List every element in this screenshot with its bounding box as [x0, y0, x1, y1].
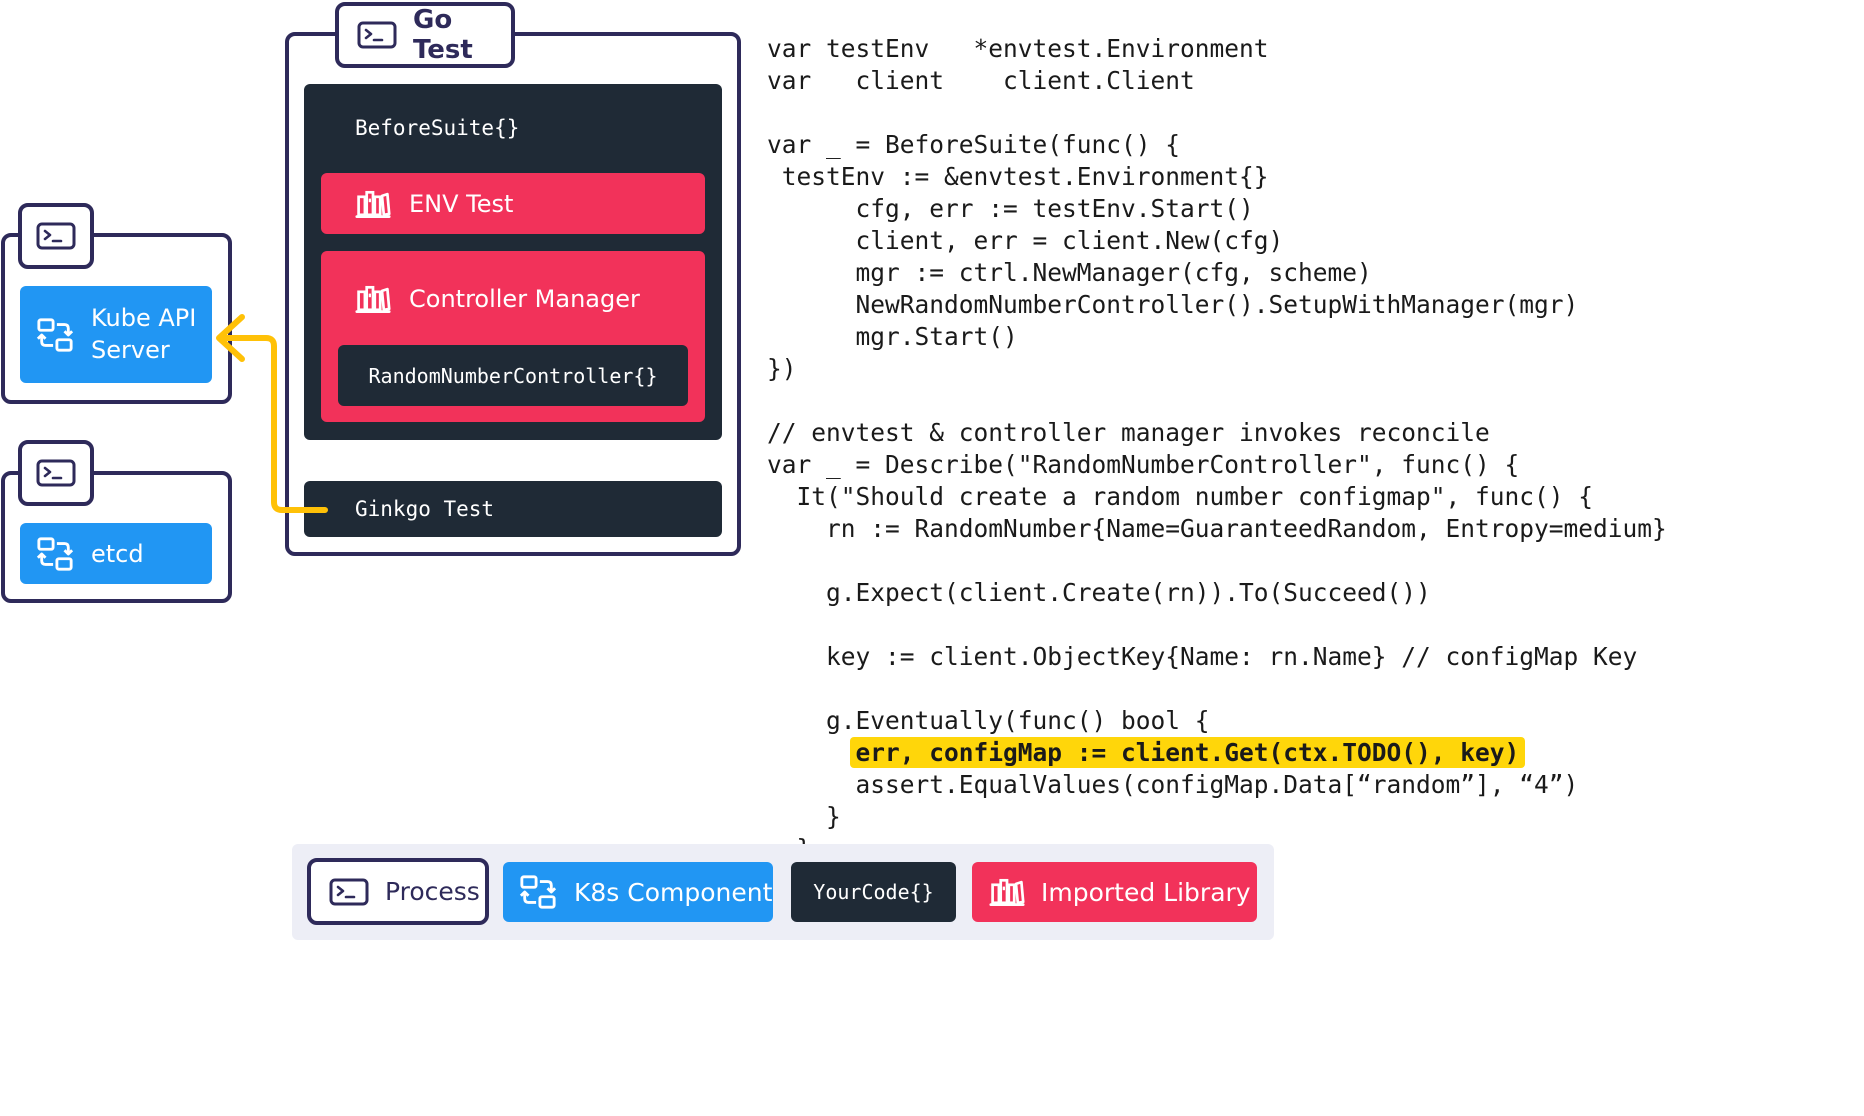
swap-arrows-icon — [519, 873, 557, 911]
code-line: NewRandomNumberController().SetupWithMan… — [767, 290, 1579, 319]
code-line: key := client.ObjectKey{Name: rn.Name} /… — [767, 642, 1638, 671]
code-line: var testEnv *envtest.Environment — [767, 34, 1269, 63]
books-icon — [989, 877, 1025, 907]
legend-k8s-component: K8s Component — [503, 862, 773, 922]
go-test-tab: Go Test — [335, 2, 515, 68]
legend-your-code-label: YourCode{} — [813, 880, 934, 904]
code-line: mgr := ctrl.NewManager(cfg, scheme) — [767, 258, 1372, 287]
controller-manager-header: Controller Manager — [355, 284, 640, 314]
code-line: } — [767, 802, 841, 831]
code-line: rn := RandomNumber{Name=GuaranteedRandom… — [767, 514, 1667, 543]
code-line: testEnv := &envtest.Environment{} — [767, 162, 1269, 191]
code-line: client, err = client.New(cfg) — [767, 226, 1284, 255]
code-block: var testEnv *envtest.Environment var clie… — [767, 33, 1667, 897]
terminal-icon — [329, 878, 369, 906]
code-line: }) — [767, 354, 797, 383]
legend-imported-library: Imported Library — [972, 862, 1257, 922]
go-test-title: Go Test — [413, 5, 473, 65]
random-number-controller-label: RandomNumberController{} — [368, 363, 658, 388]
books-icon — [355, 189, 391, 219]
code-line: It("Should create a random number config… — [767, 482, 1594, 511]
legend-your-code: YourCode{} — [791, 862, 956, 922]
legend-process: Process — [307, 858, 489, 925]
code-line: g.Expect(client.Create(rn)).To(Succeed()… — [767, 578, 1431, 607]
code-line: g.Eventually(func() bool { — [767, 706, 1210, 735]
code-line: cfg, err := testEnv.Start() — [767, 194, 1254, 223]
code-line: err, configMap := client.Get(ctx.TODO(),… — [767, 737, 1667, 769]
before-suite-label: BeforeSuite{} — [355, 116, 520, 140]
code-line: var _ = BeforeSuite(func() { — [767, 130, 1181, 159]
legend-process-label: Process — [385, 877, 480, 906]
controller-manager-label: Controller Manager — [409, 285, 640, 313]
books-icon — [355, 284, 391, 314]
legend-imported-library-label: Imported Library — [1041, 877, 1251, 907]
code-line: assert.EqualValues(configMap.Data[“rando… — [767, 770, 1579, 799]
random-number-controller-block: RandomNumberController{} — [338, 345, 688, 406]
ginkgo-to-api-arrow — [216, 314, 328, 513]
code-line: var client client.Client — [767, 66, 1195, 95]
ginkgo-test-label: Ginkgo Test — [355, 497, 495, 521]
env-test-block: ENV Test — [321, 173, 705, 234]
legend-k8s-label: K8s Component — [574, 877, 773, 907]
code-line: var _ = Describe("RandomNumberController… — [767, 450, 1520, 479]
terminal-icon — [357, 21, 397, 49]
highlighted-code: err, configMap := client.Get(ctx.TODO(),… — [849, 737, 1526, 768]
env-test-label: ENV Test — [409, 189, 514, 218]
code-line: mgr.Start() — [767, 322, 1018, 351]
code-line: // envtest & controller manager invokes … — [767, 418, 1490, 447]
